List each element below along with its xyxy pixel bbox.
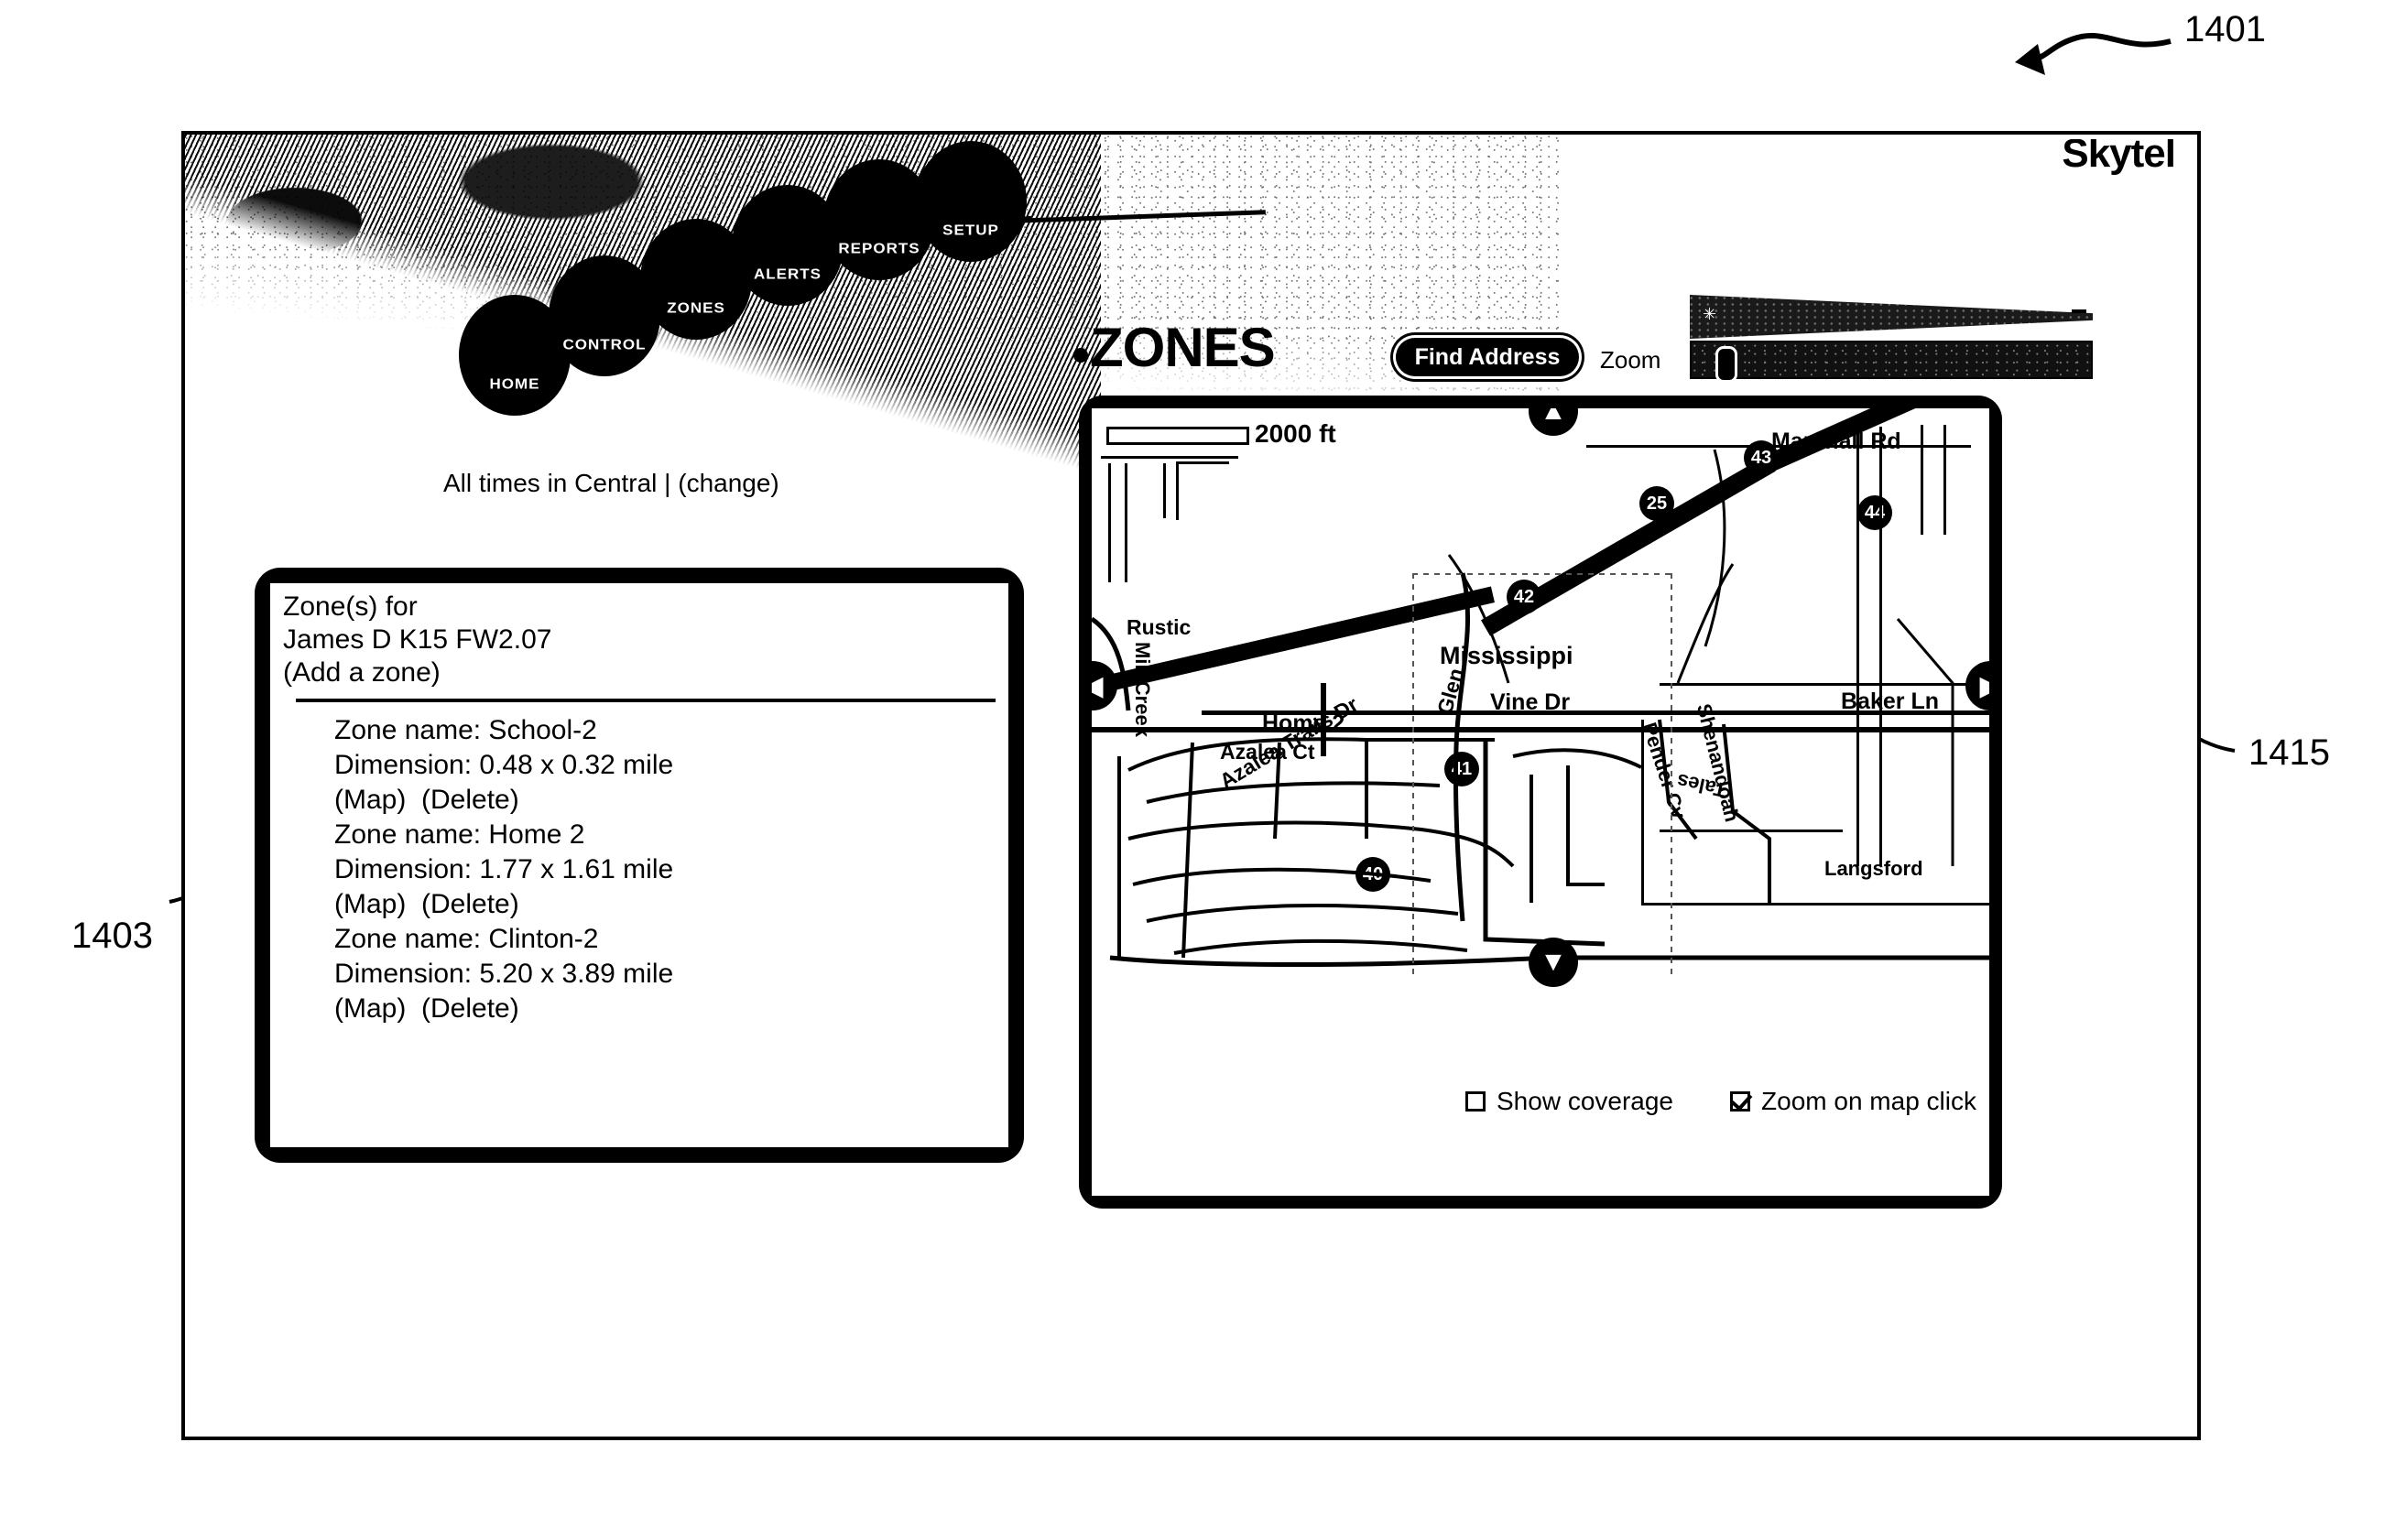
- title-bullet-icon: [1073, 348, 1088, 363]
- application-window: Skytel HOME CONTROL ZONES ALERTS REPORTS…: [181, 131, 2201, 1440]
- show-coverage-checkbox[interactable]: [1465, 1091, 1486, 1112]
- nav-label-control: CONTROL: [562, 337, 647, 353]
- zone-entry: Zone name: School-2 Dimension: 0.48 x 0.…: [334, 713, 996, 818]
- zone-delete-link[interactable]: (Delete): [421, 889, 519, 919]
- ref-1401: 1401: [2184, 9, 2266, 49]
- zones-heading: Zone(s) for: [283, 591, 418, 622]
- nav-label-home: HOME: [489, 376, 540, 393]
- zone-name: Zone name: School-2: [334, 715, 597, 745]
- show-coverage-checkbox-group[interactable]: Show coverage: [1465, 1087, 1673, 1116]
- zoom-star-icon: ✳: [1703, 305, 1717, 323]
- zone-dimension: Dimension: 5.20 x 3.89 mile: [334, 959, 674, 989]
- zone-actions: (Map) (Delete): [334, 992, 996, 1026]
- zones-divider: [296, 699, 996, 702]
- zone-box-left: [1412, 573, 1414, 976]
- nav-label-zones: ZONES: [667, 300, 725, 317]
- zoom-max-tick: [2072, 309, 2086, 313]
- timezone-note[interactable]: All times in Central | (change): [443, 469, 779, 498]
- zone-name: Zone name: Home 2: [334, 819, 585, 850]
- zones-subject: James D K15 FW2.07: [283, 624, 552, 655]
- zoom-on-map-click-checkbox-group[interactable]: Zoom on map click: [1730, 1087, 1976, 1116]
- nav-item-control[interactable]: CONTROL: [551, 258, 658, 374]
- nav-item-reports[interactable]: REPORTS: [826, 162, 932, 277]
- page-title: ZONES: [1090, 317, 1276, 378]
- zone-entry: Zone name: Clinton-2 Dimension: 5.20 x 3…: [334, 922, 996, 1026]
- brand-logo: Skytel: [2062, 135, 2175, 176]
- nav-label-alerts: ALERTS: [754, 266, 822, 283]
- zones-list-inner: Zone(s) for James D K15 FW2.07 (Add a zo…: [267, 580, 1011, 1150]
- zone-box-right: [1671, 573, 1672, 976]
- zone-delete-link[interactable]: (Delete): [421, 993, 519, 1024]
- zone-box-top: [1412, 573, 1671, 575]
- zone-entry: Zone name: Home 2 Dimension: 1.77 x 1.61…: [334, 818, 996, 922]
- nav-item-zones[interactable]: ZONES: [643, 222, 749, 337]
- zone-map-link[interactable]: (Map): [334, 785, 406, 815]
- slider-texture: [1692, 342, 2091, 377]
- zoom-on-map-click-label[interactable]: Zoom on map click: [1761, 1087, 1976, 1116]
- zoom-on-map-click-checkbox[interactable]: [1730, 1091, 1751, 1112]
- zone-dimension: Dimension: 1.77 x 1.61 mile: [334, 854, 674, 884]
- ref-1415: 1415: [2248, 732, 2330, 773]
- pan-down-button[interactable]: ▼: [1529, 938, 1578, 987]
- zoom-label: Zoom: [1600, 346, 1661, 374]
- find-address-button[interactable]: Find Address: [1396, 338, 1579, 376]
- nav-label-setup: SETUP: [942, 222, 999, 239]
- zone-delete-link[interactable]: (Delete): [421, 785, 519, 815]
- zone-map-link[interactable]: (Map): [334, 889, 406, 919]
- nav-item-alerts[interactable]: ALERTS: [735, 188, 841, 303]
- zone-actions: (Map) (Delete): [334, 887, 996, 922]
- zone-dimension: Dimension: 0.48 x 0.32 mile: [334, 750, 674, 780]
- map-canvas[interactable]: 2000 ft 43 25 44 42 41 40 Marshall Rd Mi…: [1092, 408, 1989, 1196]
- zoom-slider-thumb[interactable]: [1715, 346, 1737, 383]
- map-options-row: Show coverage Zoom on map click: [1465, 1087, 1976, 1116]
- show-coverage-label[interactable]: Show coverage: [1497, 1087, 1673, 1116]
- zones-list: Zone name: School-2 Dimension: 0.48 x 0.…: [334, 713, 996, 1026]
- nav-item-setup[interactable]: SETUP: [918, 144, 1024, 259]
- zone-map-link[interactable]: (Map): [334, 993, 406, 1024]
- ref-1403: 1403: [71, 916, 153, 956]
- zone-name: Zone name: Clinton-2: [334, 924, 599, 954]
- subdivision-roads: [1092, 449, 1989, 967]
- zone-actions: (Map) (Delete): [334, 783, 996, 818]
- nav-label-reports: REPORTS: [838, 241, 920, 257]
- zoom-slider-track[interactable]: [1690, 341, 2093, 383]
- add-zone-link[interactable]: (Add a zone): [283, 656, 996, 689]
- zones-list-panel: Zone(s) for James D K15 FW2.07 (Add a zo…: [255, 568, 1024, 1163]
